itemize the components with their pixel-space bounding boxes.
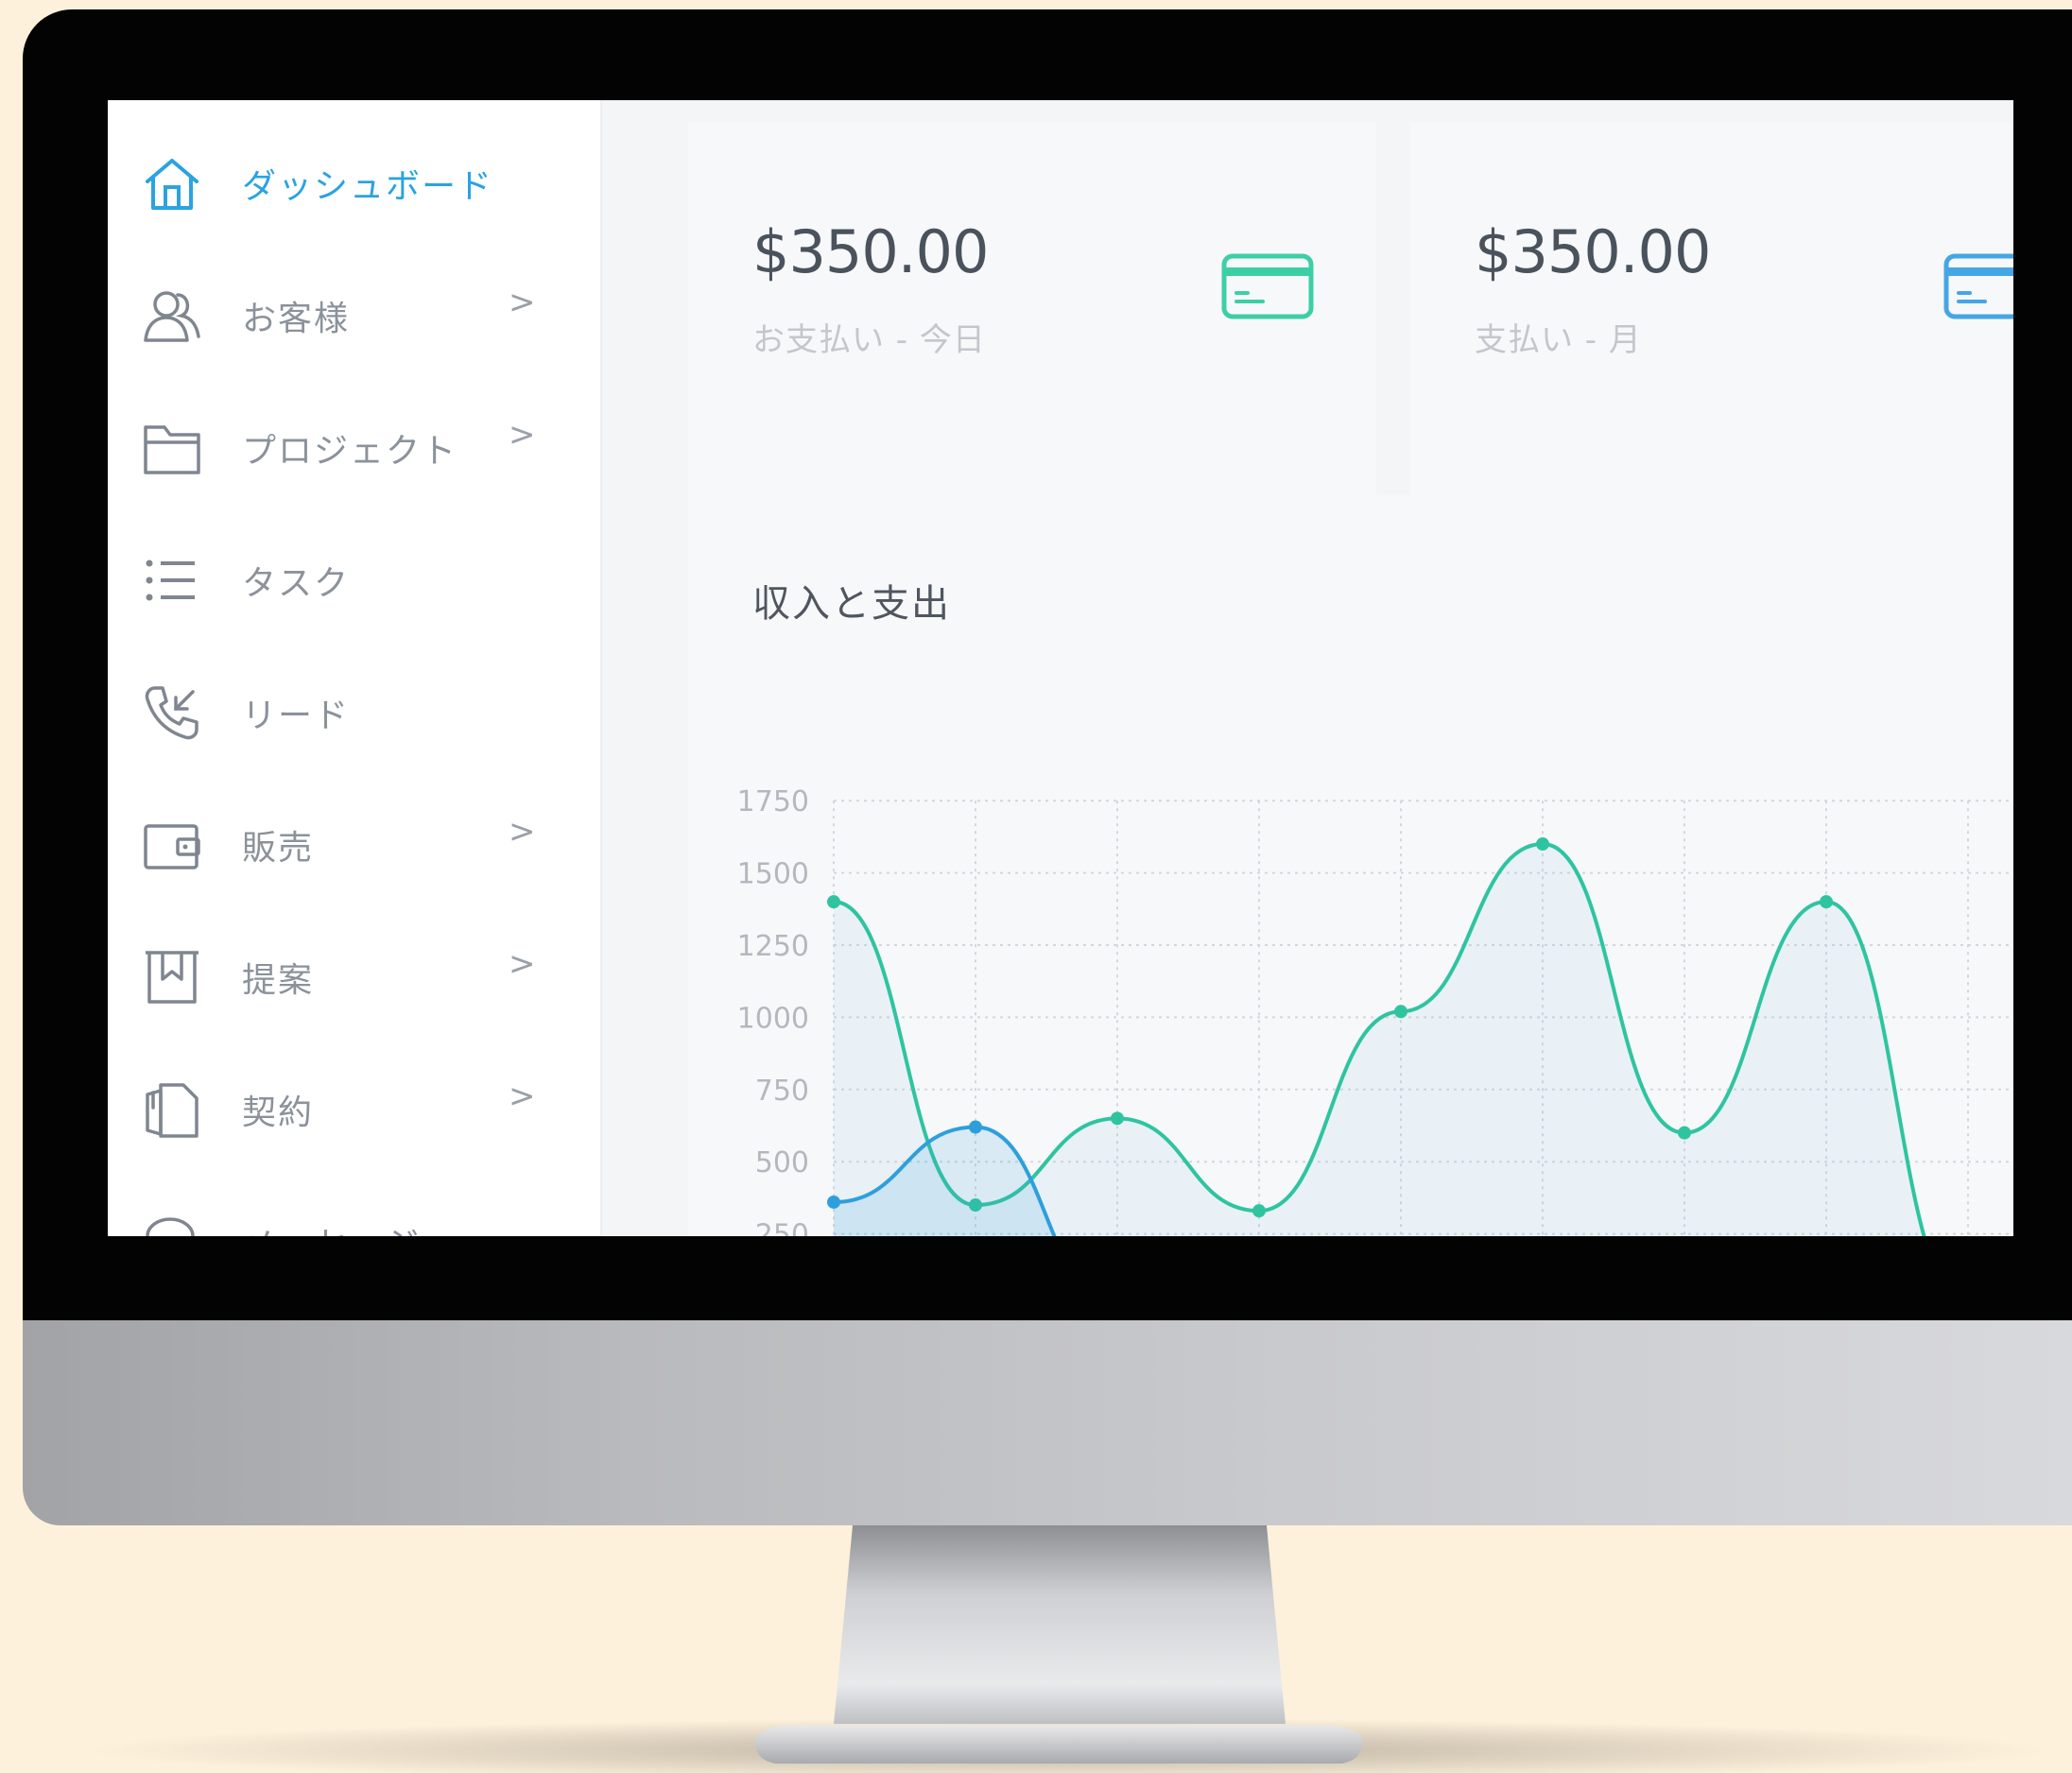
- wallet-icon: [144, 824, 200, 869]
- data-point: [1678, 1126, 1691, 1140]
- sidebar-item-customers[interactable]: お客様 >: [108, 263, 600, 395]
- stat-card-month: $350.00 支払い - 月: [1410, 123, 2013, 505]
- y-tick-label: 1000: [737, 1002, 809, 1035]
- y-tick-label: 500: [755, 1146, 809, 1179]
- sidebar: ダッシュボード お客様 > プロジェクト > タスク リード 販売 > 提案 >…: [108, 100, 602, 1236]
- sidebar-item-label: メッセージ: [242, 1217, 421, 1236]
- y-tick-label: 750: [755, 1075, 809, 1108]
- data-point: [1536, 837, 1549, 852]
- stat-value: $350.00: [1475, 217, 1711, 286]
- sidebar-item-label: 提案: [242, 961, 315, 1000]
- y-tick-label: 1750: [737, 785, 809, 818]
- chevron-right-icon: >: [509, 284, 536, 321]
- data-point: [969, 1120, 982, 1134]
- data-point: [1252, 1204, 1266, 1218]
- data-point: [827, 1195, 840, 1209]
- stat-value: $350.00: [752, 217, 989, 286]
- sidebar-item-sales[interactable]: 販売 >: [108, 792, 600, 924]
- sidebar-item-proposals[interactable]: 提案 >: [108, 924, 600, 1057]
- credit-card-icon: [1221, 253, 1314, 319]
- sidebar-item-tasks[interactable]: タスク: [108, 527, 600, 660]
- monitor-chin: [23, 1320, 2072, 1525]
- chevron-right-icon: >: [509, 945, 536, 983]
- chat-icon: [146, 1217, 195, 1236]
- home-icon: [146, 159, 199, 210]
- chevron-right-icon: >: [509, 416, 536, 454]
- folder-icon: [144, 425, 200, 474]
- sidebar-item-label: プロジェクト: [242, 432, 458, 471]
- data-point: [1111, 1111, 1124, 1126]
- sidebar-item-label: ダッシュボード: [242, 167, 494, 206]
- list-icon: [146, 559, 195, 601]
- proposal-icon: [146, 951, 199, 1004]
- app-screen: ダッシュボード お客様 > プロジェクト > タスク リード 販売 > 提案 >…: [108, 100, 2013, 1236]
- phone-incoming-icon: [145, 686, 199, 740]
- data-point: [1820, 895, 1833, 909]
- sidebar-item-dashboard[interactable]: ダッシュボード: [108, 130, 600, 263]
- sidebar-item-label: 契約: [242, 1093, 315, 1132]
- income-expense-chart-card: 収入と支出 250 500 750 1000 1250 1500 1750: [688, 495, 2013, 1236]
- stat-label: お支払い - 今日: [752, 321, 986, 359]
- sidebar-item-label: 販売: [242, 829, 315, 868]
- income-expense-chart: 250 500 750 1000 1250 1500 1750: [737, 785, 2013, 1236]
- data-point: [827, 895, 840, 909]
- chevron-right-icon: >: [509, 813, 536, 851]
- stat-card-today: $350.00 お支払い - 今日: [688, 123, 1376, 505]
- sidebar-item-label: タスク: [242, 564, 351, 603]
- contract-icon: [146, 1083, 199, 1138]
- sidebar-item-label: お客様: [242, 300, 351, 338]
- y-tick-label: 250: [755, 1219, 809, 1236]
- customers-icon: [144, 291, 200, 342]
- stat-label: 支払い - 月: [1475, 321, 1642, 359]
- credit-card-icon: [1943, 253, 2013, 319]
- sidebar-item-contracts[interactable]: 契約 >: [108, 1057, 600, 1189]
- y-tick-label: 1250: [737, 930, 809, 963]
- sidebar-item-messages[interactable]: メッセージ: [108, 1189, 600, 1236]
- sidebar-item-projects[interactable]: プロジェクト >: [108, 395, 600, 527]
- sidebar-item-label: リード: [242, 697, 351, 735]
- chevron-right-icon: >: [509, 1077, 536, 1115]
- sidebar-item-leads[interactable]: リード: [108, 660, 600, 792]
- y-tick-label: 1500: [737, 858, 809, 891]
- data-point: [1394, 1005, 1407, 1019]
